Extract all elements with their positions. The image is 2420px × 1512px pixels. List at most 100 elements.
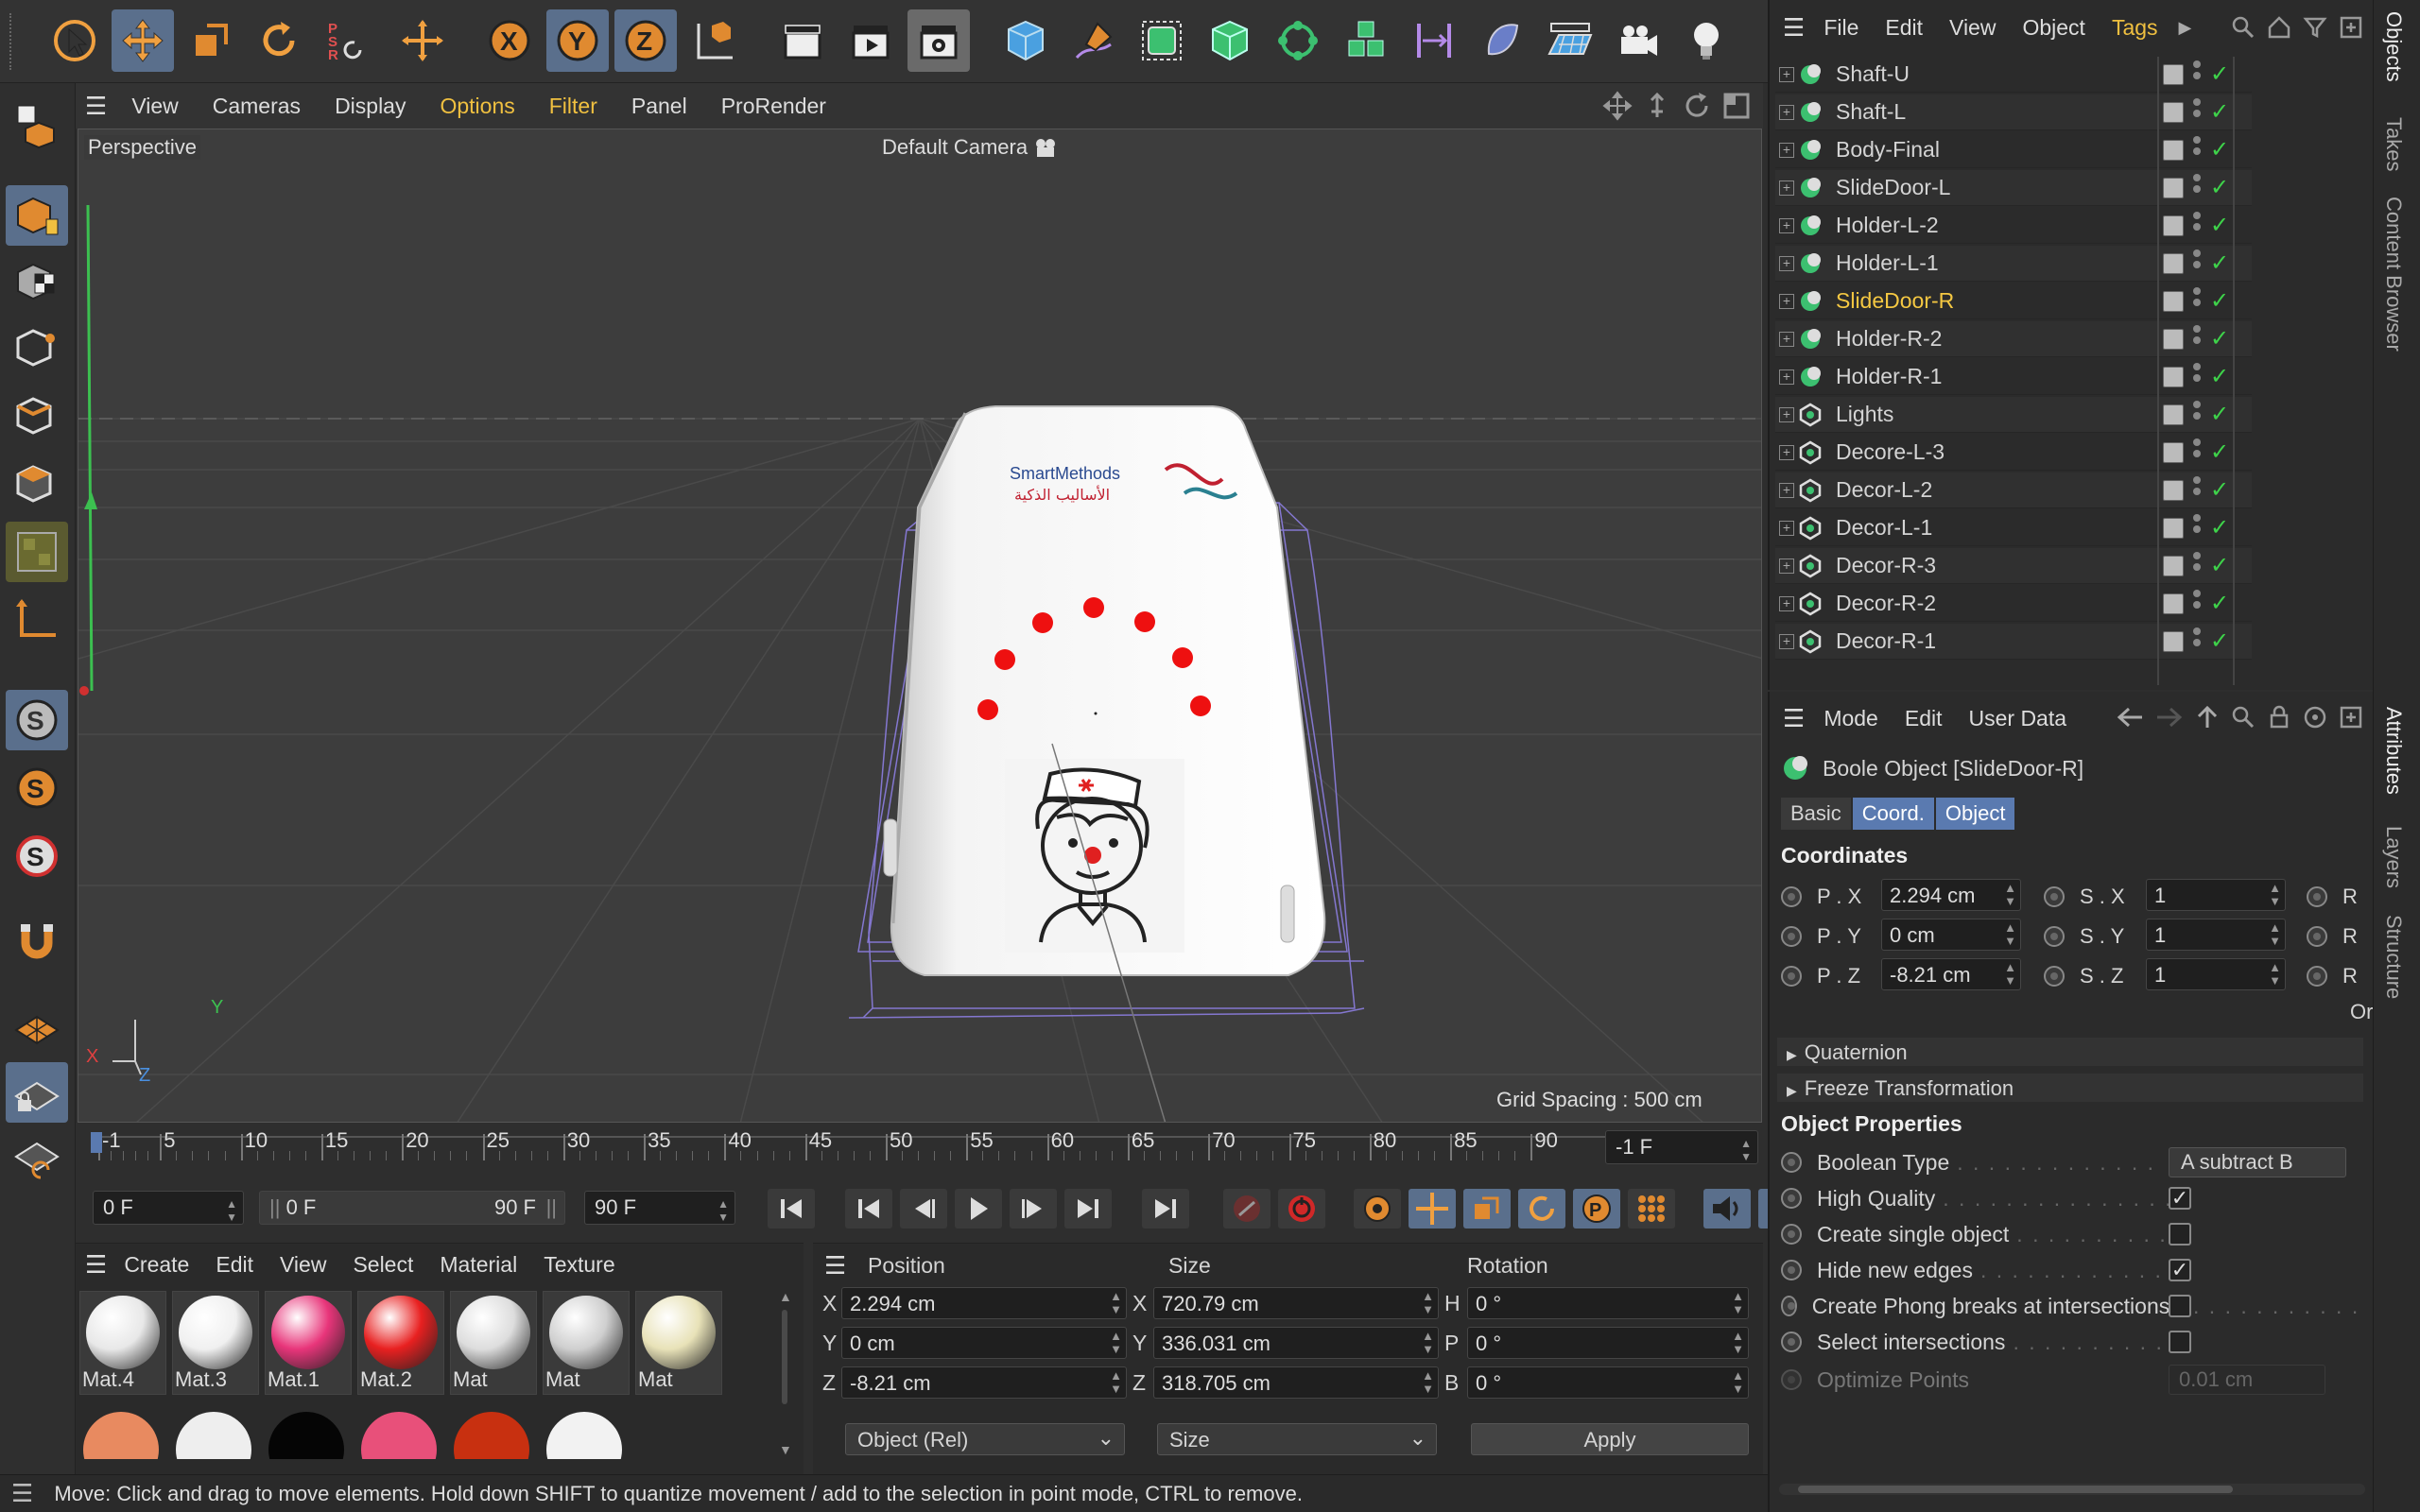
expand-plus-icon[interactable]: +: [1779, 217, 1794, 233]
layer-swatch-icon[interactable]: [2163, 101, 2184, 123]
property-checkbox[interactable]: ✓: [2169, 1187, 2191, 1210]
s-z-field[interactable]: 1 ▲ ▼: [2146, 958, 2286, 990]
polygons-mode-button[interactable]: [6, 454, 68, 514]
visibility-dots-icon[interactable]: [2193, 476, 2203, 495]
attr-hamburger-icon[interactable]: ☰: [1783, 704, 1805, 733]
home-icon[interactable]: [2267, 15, 2291, 40]
objects-menu-edit[interactable]: Edit: [1872, 15, 1936, 41]
transform-tool-button[interactable]: [391, 9, 454, 72]
enabled-check-icon[interactable]: ✓: [2210, 60, 2229, 88]
record-disabled-icon[interactable]: [1223, 1189, 1270, 1228]
object-row[interactable]: + SlideDoor-L ✓: [1775, 170, 2252, 206]
object-row[interactable]: + Decor-R-1 ✓: [1775, 624, 2252, 660]
play-icon[interactable]: [955, 1189, 1002, 1228]
select-tool-button[interactable]: [43, 9, 106, 72]
r-y-anim-icon[interactable]: [2307, 926, 2327, 947]
rot-b-field[interactable]: 0 ° ▲ ▼: [1467, 1366, 1749, 1399]
p-x-field[interactable]: 2.294 cm ▲ ▼: [1881, 879, 2021, 911]
objects-menu-tags[interactable]: Tags: [2099, 15, 2171, 41]
object-row[interactable]: + Decor-L-2 ✓: [1775, 472, 2252, 508]
rot-p-field[interactable]: 0 ° ▲ ▼: [1467, 1327, 1749, 1359]
object-name[interactable]: Holder-R-1: [1836, 364, 1992, 389]
enabled-check-icon[interactable]: ✓: [2210, 590, 2229, 617]
side-tab-objects[interactable]: Objects: [2381, 11, 2406, 82]
current-frame-field[interactable]: -1 F ▲ ▼: [1605, 1130, 1758, 1164]
p-z-anim-icon[interactable]: [1781, 966, 1802, 987]
s-y-anim-icon[interactable]: [2044, 926, 2065, 947]
s-x-anim-icon[interactable]: [2044, 886, 2065, 907]
mograph-cubes-button[interactable]: [1335, 9, 1397, 72]
playhead[interactable]: [91, 1132, 102, 1153]
layer-swatch-icon[interactable]: [2163, 328, 2184, 350]
lock-y-axis-button[interactable]: Y: [546, 9, 609, 72]
size-y-field[interactable]: 336.031 cm ▲ ▼: [1153, 1327, 1439, 1359]
layer-swatch-icon[interactable]: [2163, 366, 2184, 387]
enabled-check-icon[interactable]: ✓: [2210, 136, 2229, 163]
texture-mode-button[interactable]: [6, 251, 68, 312]
snap-button[interactable]: S: [6, 690, 68, 750]
material-row-2-previews[interactable]: [79, 1402, 741, 1459]
visibility-dots-icon[interactable]: [2193, 60, 2203, 79]
viewport-menu-display[interactable]: Display: [318, 94, 423, 119]
material-swatch[interactable]: Mat: [543, 1291, 630, 1395]
psr-tool-button[interactable]: PSR: [316, 9, 378, 72]
material-menu-create[interactable]: Create: [111, 1252, 202, 1278]
enabled-check-icon[interactable]: ✓: [2210, 514, 2229, 541]
render-view-button[interactable]: [771, 9, 834, 72]
subdivision-button[interactable]: [1131, 9, 1193, 72]
layer-swatch-icon[interactable]: [2163, 404, 2184, 425]
enabled-check-icon[interactable]: ✓: [2210, 438, 2229, 466]
layer-swatch-icon[interactable]: [2163, 441, 2184, 463]
autokey-icon[interactable]: [1278, 1189, 1325, 1228]
expand-plus-icon[interactable]: +: [1779, 482, 1794, 498]
attr-menu-edit[interactable]: Edit: [1892, 706, 1956, 731]
objects-menu-view[interactable]: View: [1936, 15, 2009, 41]
material-swatch[interactable]: Mat.2: [357, 1291, 444, 1395]
property-anim-icon[interactable]: [1781, 1188, 1802, 1209]
rotate-tool-button[interactable]: [248, 9, 310, 72]
boolean-type-anim-icon[interactable]: [1781, 1152, 1802, 1173]
expand-plus-icon[interactable]: +: [1779, 104, 1794, 120]
size-mode-select[interactable]: Size ⌄: [1157, 1423, 1437, 1455]
3d-viewport[interactable]: SmartMethods الأساليب الذكية Perspective…: [78, 129, 1762, 1123]
material-menu-view[interactable]: View: [267, 1252, 339, 1278]
cloner-button[interactable]: [1267, 9, 1329, 72]
keyframe-selection-icon[interactable]: [1354, 1189, 1401, 1228]
pan-view-icon[interactable]: [1602, 91, 1633, 121]
material-swatch[interactable]: Mat.1: [265, 1291, 352, 1395]
toggle-view-icon[interactable]: [1721, 91, 1752, 121]
quaternion-group[interactable]: ▶ Quaternion: [1777, 1038, 2363, 1066]
expand-plus-icon[interactable]: +: [1779, 255, 1794, 271]
tab-basic[interactable]: Basic: [1781, 798, 1851, 830]
object-name[interactable]: Holder-L-2: [1836, 213, 1992, 238]
key-parameter-icon[interactable]: P: [1573, 1189, 1620, 1228]
sound-icon[interactable]: [1703, 1189, 1751, 1228]
layer-swatch-icon[interactable]: [2163, 63, 2184, 85]
expand-plus-icon[interactable]: +: [1779, 180, 1794, 196]
material-menu-edit[interactable]: Edit: [202, 1252, 267, 1278]
object-name[interactable]: Holder-R-2: [1836, 326, 1992, 352]
layer-swatch-icon[interactable]: [2163, 555, 2184, 576]
object-row[interactable]: + Lights ✓: [1775, 397, 2252, 433]
attr-search-icon[interactable]: [2231, 705, 2256, 730]
enabled-check-icon[interactable]: ✓: [2210, 401, 2229, 428]
next-key-icon[interactable]: [1064, 1189, 1112, 1228]
side-tab-structure[interactable]: Structure: [2381, 915, 2406, 999]
object-name[interactable]: Decor-R-2: [1836, 591, 1992, 616]
axis-mode-button[interactable]: [6, 590, 68, 650]
expand-plus-icon[interactable]: +: [1779, 142, 1794, 158]
orbit-view-icon[interactable]: [1682, 91, 1712, 121]
layer-swatch-icon[interactable]: [2163, 593, 2184, 614]
property-checkbox[interactable]: [2169, 1223, 2191, 1246]
object-name[interactable]: Holder-L-1: [1836, 250, 1992, 276]
target-icon[interactable]: [2303, 705, 2327, 730]
expand-plus-icon[interactable]: +: [1779, 331, 1794, 347]
field-button[interactable]: [1471, 9, 1533, 72]
lock-z-axis-button[interactable]: Z: [614, 9, 677, 72]
render-settings-button[interactable]: [908, 9, 970, 72]
layer-swatch-icon[interactable]: [2163, 252, 2184, 274]
expand-plus-icon[interactable]: +: [1779, 520, 1794, 536]
spline-pen-button[interactable]: [1063, 9, 1125, 72]
object-name[interactable]: Decore-L-3: [1836, 439, 1992, 465]
start-frame-field[interactable]: 0 F ▲ ▼: [93, 1191, 244, 1225]
